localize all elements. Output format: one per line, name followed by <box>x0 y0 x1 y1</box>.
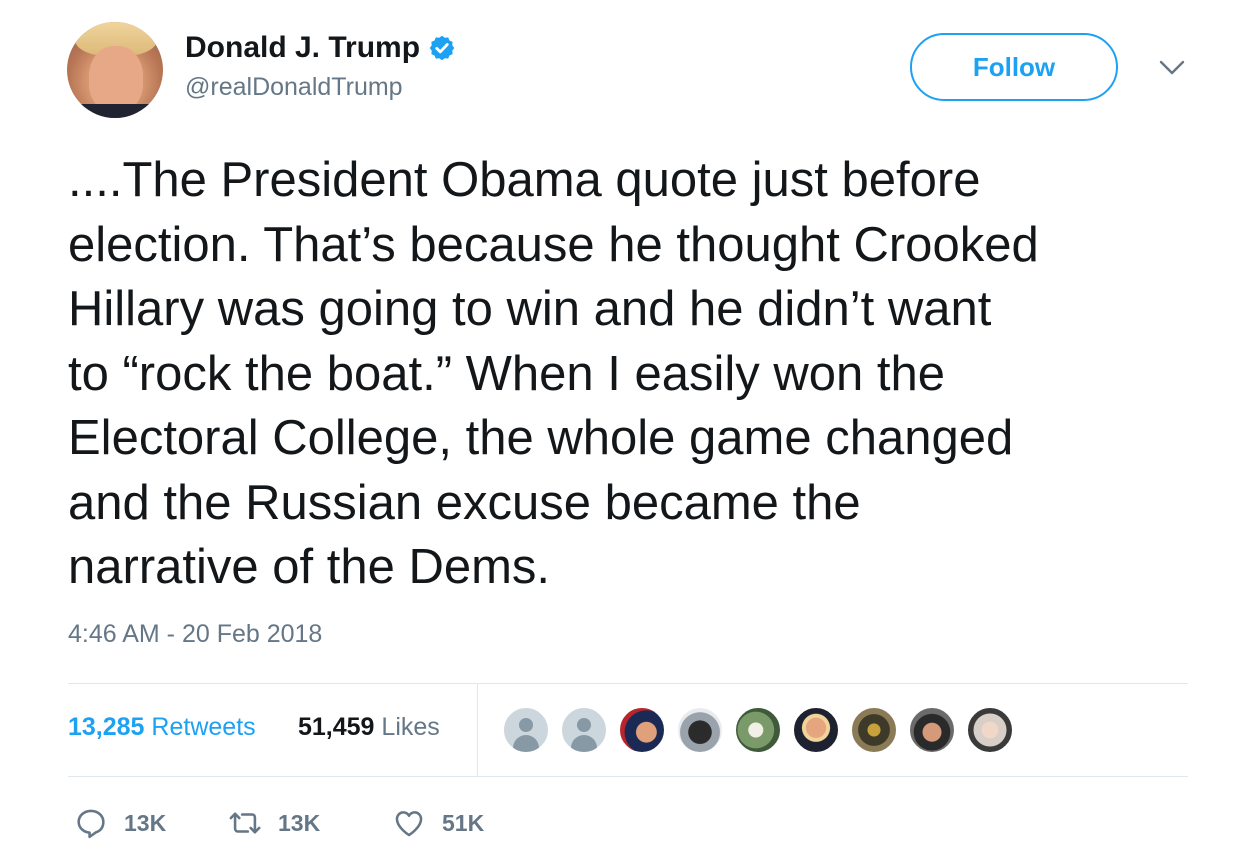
chevron-down-icon[interactable] <box>1158 58 1186 78</box>
avatar[interactable] <box>67 22 163 118</box>
like-count: 51K <box>442 809 485 836</box>
tweet-card: Donald J. Trump @realDonaldTrump Follow … <box>0 0 1238 861</box>
liker-avatar[interactable] <box>560 706 608 754</box>
retweet-count: 13K <box>278 809 321 836</box>
retweets-stat[interactable]: 13,285 Retweets <box>68 713 256 742</box>
verified-badge-icon <box>429 35 455 61</box>
liker-avatar[interactable] <box>618 706 666 754</box>
action-bar: 13K 13K 51K <box>68 800 668 846</box>
stats-row: 13,285 Retweets 51,459 Likes <box>68 684 1188 776</box>
retweet-button[interactable]: 13K <box>228 800 320 846</box>
like-button[interactable]: 51K <box>392 800 484 846</box>
follow-button[interactable]: Follow <box>910 33 1118 101</box>
liker-avatar[interactable] <box>792 706 840 754</box>
reply-button[interactable]: 13K <box>74 800 166 846</box>
display-name[interactable]: Donald J. Trump <box>185 30 420 66</box>
stats-separator <box>477 684 478 776</box>
retweets-count: 13,285 <box>68 713 145 741</box>
divider-bottom <box>68 776 1188 777</box>
avatar-face <box>89 46 143 112</box>
user-handle[interactable]: @realDonaldTrump <box>185 72 456 102</box>
liker-avatar[interactable] <box>966 706 1014 754</box>
liker-avatar[interactable] <box>502 706 550 754</box>
liker-avatar[interactable] <box>908 706 956 754</box>
likes-stat[interactable]: 51,459 Likes <box>298 713 440 742</box>
heart-icon <box>395 811 423 837</box>
reply-count: 13K <box>124 809 167 836</box>
likes-label: Likes <box>381 713 440 741</box>
author-info: Donald J. Trump @realDonaldTrump <box>185 30 456 102</box>
liker-avatar[interactable] <box>734 706 782 754</box>
retweets-label: Retweets <box>151 713 256 741</box>
retweet-icon <box>229 812 261 834</box>
tweet-text: ....The President Obama quote just befor… <box>68 153 1039 594</box>
reply-icon <box>77 809 105 839</box>
tweet-timestamp[interactable]: 4:46 AM - 20 Feb 2018 <box>68 620 322 649</box>
avatar-suit <box>67 104 163 118</box>
likes-count: 51,459 <box>298 713 375 741</box>
liker-avatar[interactable] <box>850 706 898 754</box>
liker-avatar[interactable] <box>676 706 724 754</box>
